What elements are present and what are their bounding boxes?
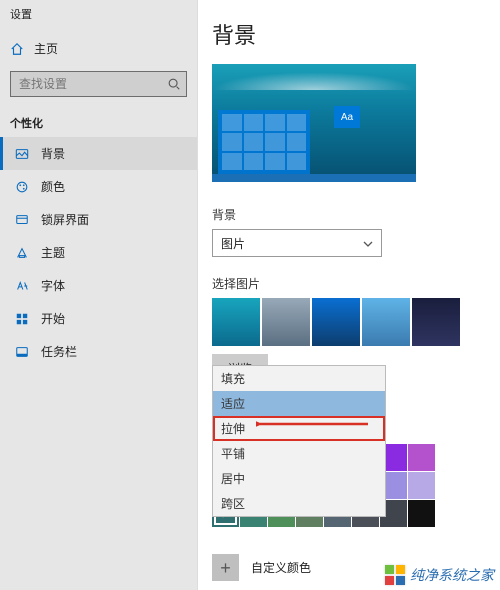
- picture-thumb[interactable]: [362, 298, 410, 346]
- group-label: 个性化: [0, 107, 197, 137]
- fit-option-stretch[interactable]: 拉伸: [213, 416, 385, 441]
- fit-option-span[interactable]: 跨区: [213, 491, 385, 516]
- home-icon: [10, 42, 24, 56]
- picture-thumb[interactable]: [262, 298, 310, 346]
- fonts-icon: [15, 279, 29, 293]
- sidebar-item-label: 背景: [41, 145, 65, 162]
- sidebar: 设置 主页 个性化 背景 颜色: [0, 0, 198, 590]
- fit-option-fill[interactable]: 填充: [213, 366, 385, 391]
- search-icon: [167, 77, 181, 91]
- background-type-dropdown[interactable]: 图片: [212, 229, 382, 257]
- picture-thumbnails: [212, 298, 500, 346]
- color-swatch[interactable]: [408, 444, 435, 471]
- sidebar-item-start[interactable]: 开始: [0, 302, 197, 335]
- color-swatch[interactable]: [408, 472, 435, 499]
- sidebar-item-label: 字体: [41, 277, 65, 294]
- search-input[interactable]: [10, 71, 187, 97]
- picture-thumb[interactable]: [212, 298, 260, 346]
- background-preview: Aa: [212, 64, 416, 182]
- color-swatch[interactable]: [408, 500, 435, 527]
- sidebar-item-label: 颜色: [41, 178, 65, 195]
- picture-thumb[interactable]: [412, 298, 460, 346]
- background-icon: [15, 147, 29, 161]
- app-title: 设置: [0, 4, 197, 32]
- preview-start-tiles: [218, 110, 310, 174]
- fit-option-fit[interactable]: 适应: [213, 391, 385, 416]
- background-type-value: 图片: [221, 235, 245, 252]
- sidebar-item-taskbar[interactable]: 任务栏: [0, 335, 197, 368]
- sidebar-item-label: 任务栏: [41, 343, 77, 360]
- picture-thumb[interactable]: [312, 298, 360, 346]
- sidebar-item-lockscreen[interactable]: 锁屏界面: [0, 203, 197, 236]
- fit-option-center[interactable]: 居中: [213, 466, 385, 491]
- custom-color-row: + 自定义颜色: [212, 554, 311, 581]
- home-label: 主页: [34, 40, 58, 57]
- search-wrap: [10, 71, 187, 97]
- taskbar-icon: [15, 345, 29, 359]
- sidebar-item-label: 开始: [41, 310, 65, 327]
- custom-color-label: 自定义颜色: [251, 559, 311, 576]
- sidebar-item-background[interactable]: 背景: [0, 137, 197, 170]
- fit-option-tile[interactable]: 平铺: [213, 441, 385, 466]
- sidebar-item-colors[interactable]: 颜色: [0, 170, 197, 203]
- sidebar-item-label: 主题: [41, 244, 65, 261]
- add-custom-color-button[interactable]: +: [212, 554, 239, 581]
- sidebar-item-fonts[interactable]: 字体: [0, 269, 197, 302]
- background-type-label: 背景: [212, 206, 500, 223]
- lockscreen-icon: [15, 213, 29, 227]
- themes-icon: [15, 246, 29, 260]
- colors-icon: [15, 180, 29, 194]
- fit-dropdown-list: 填充 适应 拉伸 平铺 居中 跨区: [212, 365, 386, 517]
- sidebar-item-label: 锁屏界面: [41, 211, 89, 228]
- sidebar-item-themes[interactable]: 主题: [0, 236, 197, 269]
- start-icon: [15, 312, 29, 326]
- chevron-down-icon: [363, 238, 373, 248]
- main-content: 背景 Aa 背景 图片 选择图片 浏览: [198, 0, 500, 590]
- choose-picture-label: 选择图片: [212, 275, 500, 292]
- preview-sample-window: Aa: [334, 106, 360, 128]
- preview-taskbar: [212, 174, 416, 182]
- page-title: 背景: [212, 18, 500, 50]
- home-button[interactable]: 主页: [0, 32, 197, 65]
